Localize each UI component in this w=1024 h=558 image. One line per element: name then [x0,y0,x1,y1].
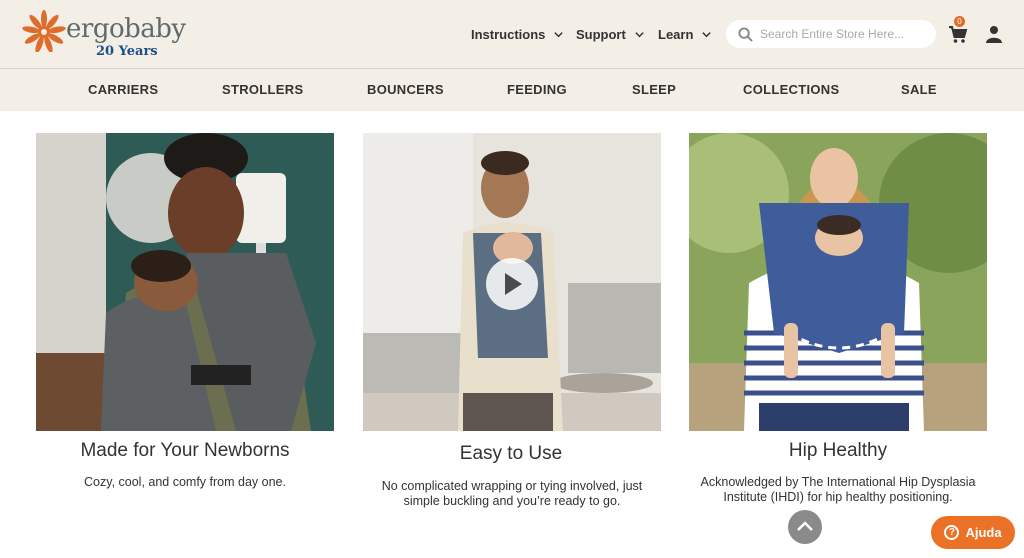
nav-support-label: Support [576,26,626,42]
category-feeding[interactable]: FEEDING [507,82,567,97]
category-sale[interactable]: SALE [901,82,937,97]
newborn-carrier-photo [36,133,334,431]
cart-count-badge: 0 [954,16,965,27]
chevron-up-icon [797,521,813,531]
play-icon [505,273,522,295]
feature-title-newborns: Made for Your Newborns [80,440,290,461]
chevron-down-icon [635,31,644,37]
play-video-button[interactable] [486,258,538,310]
feature-title-easy: Easy to Use [459,443,563,464]
search-box [726,20,936,48]
feature-text-easy: No complicated wrapping or tying involve… [381,479,643,508]
header: ergobaby 20 Years Instructions Support L… [0,0,1024,69]
chevron-down-icon [554,31,564,37]
sun-logo-icon [22,10,66,52]
nav-support[interactable]: Support [576,22,645,46]
search-input[interactable] [760,27,930,41]
hip-healthy-photo [689,133,987,431]
feature-text-hip: Acknowledged by The International Hip Dy… [700,475,976,504]
nav-instructions-label: Instructions [471,26,546,42]
logo-wordmark: ergobaby [66,14,186,44]
category-nav: CARRIERS STROLLERS BOUNCERS FEEDING SLEE… [0,69,1024,111]
search-icon [738,26,753,42]
scroll-to-top-button[interactable] [788,510,822,544]
category-bouncers[interactable]: BOUNCERS [367,82,444,97]
feature-title-hip: Hip Healthy [788,440,888,461]
ergobaby-logo[interactable]: ergobaby 20 Years [22,8,186,62]
nav-learn[interactable]: Learn [658,22,712,46]
category-collections[interactable]: COLLECTIONS [743,82,839,97]
user-account-icon[interactable] [986,25,1002,43]
help-button-label: Ajuda [965,525,1002,540]
help-chat-button[interactable]: ? Ajuda [931,516,1015,549]
feature-text-newborns: Cozy, cool, and comfy from day one. [84,475,286,489]
category-strollers[interactable]: STROLLERS [222,82,303,97]
logo-tagline: 20 Years [96,44,158,59]
nav-instructions[interactable]: Instructions [471,22,564,46]
category-carriers[interactable]: CARRIERS [88,82,158,97]
nav-learn-label: Learn [658,26,694,42]
chevron-down-icon [702,31,712,37]
question-icon: ? [944,525,960,540]
category-sleep[interactable]: SLEEP [632,82,676,97]
